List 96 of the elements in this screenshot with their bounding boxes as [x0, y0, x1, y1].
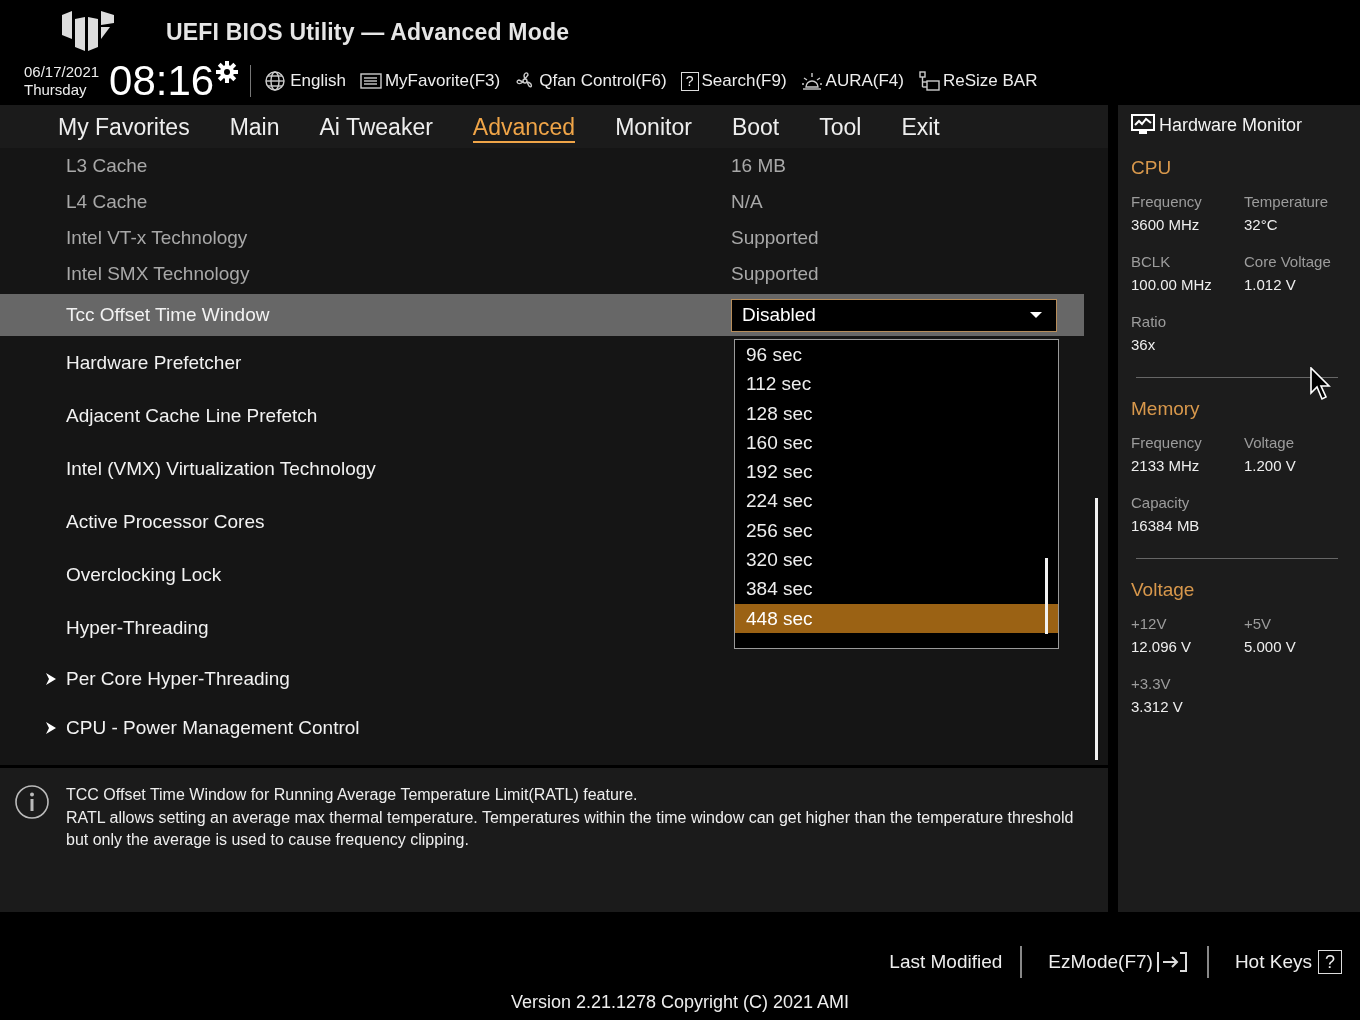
reading-label: BCLK — [1131, 253, 1172, 270]
dropdown-option[interactable]: 160 sec — [735, 427, 1058, 458]
menu-tab[interactable]: Monitor — [615, 110, 692, 143]
menu-tab[interactable]: Tool — [819, 110, 862, 143]
reading-label: Capacity — [1131, 494, 1191, 511]
chevron-icon — [46, 721, 56, 734]
setting-value: 16 MB — [731, 155, 786, 177]
reading-label: +5V — [1244, 615, 1273, 632]
exit-icon — [1154, 951, 1189, 973]
menu-tab[interactable]: Exit — [901, 110, 940, 143]
setting-label[interactable]: Hyper-Threading — [66, 616, 731, 639]
reading-label: Ratio — [1131, 313, 1168, 330]
menu-tab[interactable]: Advanced — [472, 110, 576, 143]
dropdown-field[interactable]: Disabled — [731, 298, 1057, 332]
info-icon — [14, 784, 50, 820]
setting-value: Supported — [731, 263, 819, 285]
footer-button[interactable]: EzMode(F7) — [1040, 951, 1189, 973]
dropdown-option[interactable]: 384 sec — [735, 574, 1058, 604]
scrollbar[interactable] — [1094, 498, 1098, 760]
toolbar-button[interactable]: AURA(F4) — [800, 71, 904, 91]
menu-tab[interactable]: Ai Tweaker — [319, 110, 433, 143]
mouse-pointer-icon — [1310, 367, 1332, 401]
day-text: Thursday — [24, 81, 88, 99]
toolbar-button[interactable]: ReSize BAR — [917, 71, 1038, 91]
menu-tab[interactable]: Main — [229, 110, 280, 143]
setting-value: Supported — [731, 227, 819, 249]
scrollbar[interactable] — [1045, 558, 1048, 634]
clock-time: 08:16 — [109, 59, 215, 103]
setting-label: Intel SMX Technology — [66, 263, 251, 285]
toolbar-button[interactable]: ? Search(F9) — [680, 71, 787, 91]
dropdown-option[interactable]: 192 sec — [735, 457, 1058, 487]
dropdown-value: Disabled — [742, 304, 816, 326]
dropdown-option[interactable]: 112 sec — [735, 369, 1058, 399]
reading-value: 36x — [1131, 336, 1157, 353]
version-text: Version 2.21.1278 Copyright (C) 2021 AMI — [509, 992, 851, 1013]
dropdown-option[interactable]: 256 sec — [735, 515, 1058, 546]
window-title: UEFI BIOS Utility — Advanced Mode — [166, 18, 570, 46]
reading-label: +12V — [1131, 615, 1168, 632]
submenu-link[interactable]: CPU - Power Management Control — [66, 716, 360, 739]
reading-value: 2133 MHz — [1131, 457, 1201, 474]
help-icon: ? — [680, 71, 699, 91]
setting-value: N/A — [731, 191, 763, 213]
panel-title: Hardware Monitor — [1159, 114, 1303, 136]
setting-label[interactable]: Tcc Offset Time Window — [66, 304, 731, 326]
menu-tab[interactable]: My Favorites — [58, 110, 190, 143]
dropdown-option[interactable]: 128 sec — [735, 398, 1058, 428]
reading-label: Frequency — [1131, 193, 1203, 210]
reading-value: 1.012 V — [1244, 276, 1297, 293]
menu-tab[interactable]: Boot — [731, 110, 780, 143]
reading-label: Voltage — [1244, 434, 1296, 451]
reading-value: 32°C — [1244, 216, 1279, 233]
section-title: CPU — [1131, 157, 1173, 179]
reading-value: 16384 MB — [1131, 517, 1201, 534]
lamp-icon — [800, 71, 823, 91]
setting-label[interactable]: Active Processor Cores — [66, 510, 731, 533]
dropdown-option[interactable]: 96 sec — [735, 340, 1058, 370]
reading-value: 3.312 V — [1131, 698, 1184, 715]
logo-icon — [60, 11, 116, 53]
setting-label[interactable]: Overclocking Lock — [66, 563, 731, 586]
reading-label: +3.3V — [1131, 675, 1172, 692]
caret-icon — [1030, 311, 1042, 319]
section-title: Memory — [1131, 398, 1201, 420]
globe-icon — [265, 71, 288, 91]
reading-label: Temperature — [1244, 193, 1330, 210]
monitor-icon — [1131, 114, 1155, 136]
chip-icon — [917, 71, 940, 91]
toolbar-button[interactable]: English — [265, 71, 346, 91]
setting-label: L4 Cache — [66, 191, 149, 213]
footer-button[interactable]: Last Modified — [881, 951, 1003, 973]
reading-value: 1.200 V — [1244, 457, 1297, 474]
footer-button[interactable]: Hot Keys ? — [1226, 950, 1342, 974]
help-text: RATL allows setting an average max thermal temperature. Temperatures within the time window can get higher than the temperature threshold but only the average is used to cause frequency clipping. — [66, 807, 1075, 850]
reading-label: Frequency — [1131, 434, 1203, 451]
toolbar-button[interactable]: Qfan Control(F6) — [514, 71, 667, 91]
list-icon — [359, 71, 382, 91]
settings-icon[interactable] — [216, 61, 239, 83]
setting-label[interactable]: Intel (VMX) Virtualization Technology — [66, 457, 731, 480]
setting-label: L3 Cache — [66, 155, 149, 177]
setting-label: Intel VT-x Technology — [66, 227, 249, 249]
toolbar-button[interactable]: MyFavorite(F3) — [359, 71, 501, 91]
reading-label: Core Voltage — [1244, 253, 1332, 270]
help-text: TCC Offset Time Window for Running Average Temperature Limit(RATL) feature. — [66, 785, 639, 805]
dropdown-option[interactable]: 224 sec — [735, 486, 1058, 516]
section-title: Voltage — [1131, 579, 1196, 601]
dropdown-option[interactable]: 320 sec — [735, 545, 1058, 575]
reading-value: 3600 MHz — [1131, 216, 1201, 233]
help-icon: ? — [1318, 950, 1342, 974]
setting-label[interactable]: Adjacent Cache Line Prefetch — [66, 404, 731, 427]
dropdown-option[interactable]: 448 sec — [735, 603, 1058, 633]
submenu-link[interactable]: Per Core Hyper-Threading — [66, 667, 290, 690]
chevron-icon — [46, 672, 56, 685]
reading-value: 5.000 V — [1244, 638, 1297, 655]
reading-value: 12.096 V — [1131, 638, 1193, 655]
setting-label[interactable]: Hardware Prefetcher — [66, 351, 731, 374]
date-text: 06/17/2021 — [24, 63, 100, 81]
reading-value: 100.00 MHz — [1131, 276, 1213, 293]
